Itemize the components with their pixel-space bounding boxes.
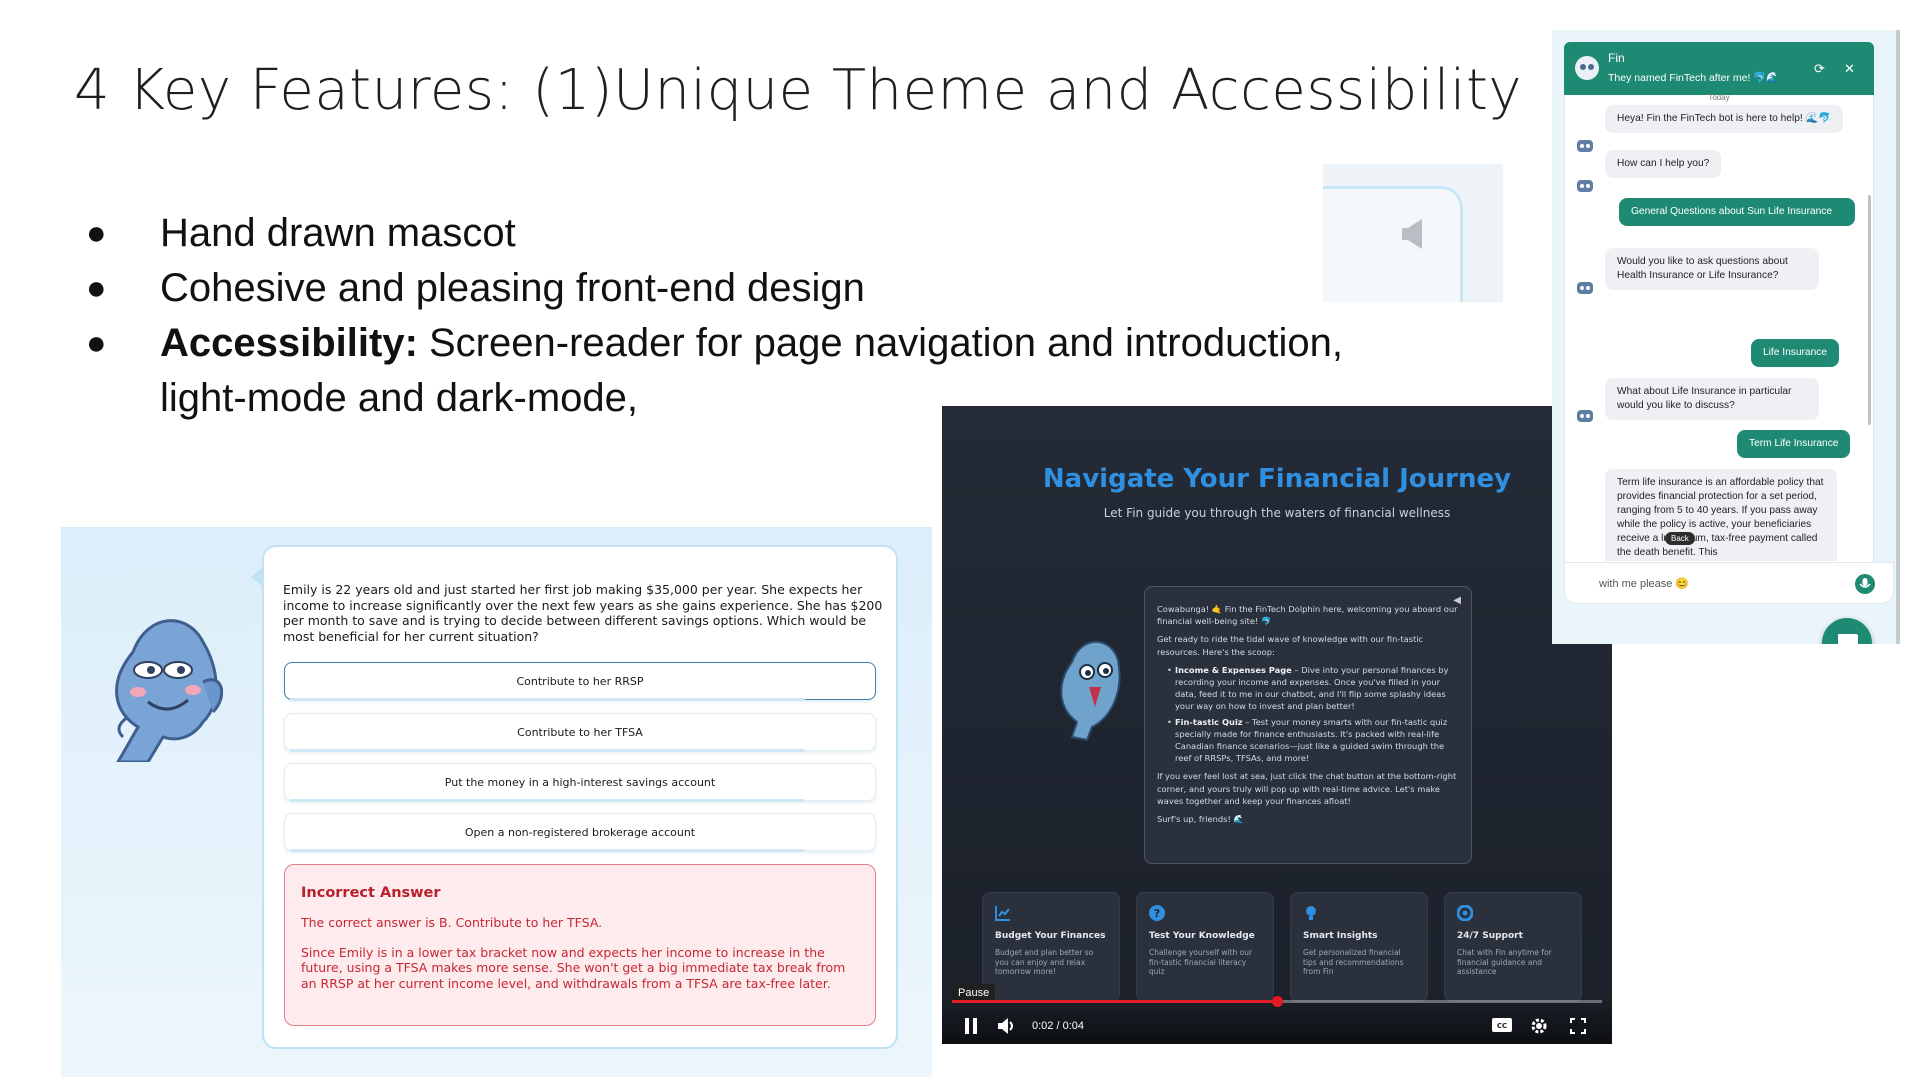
welcome-outro: If you ever feel lost at sea, just click… xyxy=(1157,771,1457,806)
video-page-subtitle: Let Fin guide you through the waters of … xyxy=(1103,506,1451,520)
welcome-list-item: Income & Expenses Page – Dive into your … xyxy=(1167,664,1459,713)
video-progress-fill xyxy=(952,1000,1277,1003)
chat-scrollbar[interactable] xyxy=(1868,195,1871,425)
welcome-list-item: Fin-tastic Quiz – Test your money smarts… xyxy=(1167,716,1459,765)
question-icon: ? xyxy=(1149,905,1165,921)
feature-desc: Chat with Fin anytime for financial guid… xyxy=(1457,948,1552,976)
user-message: Term Life Insurance xyxy=(1737,430,1851,458)
video-progress-bar[interactable] xyxy=(952,996,1602,1007)
back-tooltip: Back xyxy=(1665,532,1695,545)
feature-card-support[interactable]: 24/7 Support Chat with Fin anytime for f… xyxy=(1444,892,1582,1002)
fin-bot-avatar-icon xyxy=(1574,55,1600,86)
lifebuoy-icon xyxy=(1457,905,1473,921)
feedback-explanation: Since Emily is in a lower tax bracket no… xyxy=(301,944,846,991)
fullscreen-icon[interactable] xyxy=(1570,1018,1586,1039)
welcome-list: Income & Expenses Page – Dive into your … xyxy=(1157,664,1459,765)
chat-header: Fin They named FinTech after me! 🐬🌊 ⟳ ✕ xyxy=(1564,42,1874,95)
video-scrubber-handle[interactable] xyxy=(1272,996,1283,1007)
chat-day-label: Today xyxy=(1708,93,1730,102)
feature-bullet-list: ● Hand drawn mascot ● Cohesive and pleas… xyxy=(86,206,1386,426)
microphone-icon[interactable] xyxy=(1855,574,1875,594)
refresh-icon[interactable]: ⟳ xyxy=(1814,61,1825,77)
incorrect-answer-feedback: Incorrect Answer The correct answer is B… xyxy=(284,864,876,1026)
user-message: General Questions about Sun Life Insuran… xyxy=(1619,198,1855,226)
svg-text:CC: CC xyxy=(1497,1022,1507,1030)
bot-avatar-icon xyxy=(1575,405,1595,430)
feature-title: Budget Your Finances xyxy=(995,931,1106,941)
bot-message: What about Life Insurance in particular … xyxy=(1605,378,1819,420)
fin-chat-widget: Fin They named FinTech after me! 🐬🌊 ⟳ ✕ … xyxy=(1552,30,1900,644)
bot-message: How can I help you? xyxy=(1605,150,1722,178)
chat-bot-tagline: They named FinTech after me! 🐬🌊 xyxy=(1608,72,1780,84)
bullet-text: Cohesive and pleasing front-end design xyxy=(160,266,865,310)
captions-icon[interactable]: CC xyxy=(1492,1018,1512,1037)
quiz-question-card: Emily is 22 years old and just started h… xyxy=(251,545,898,1049)
chat-launcher-button[interactable] xyxy=(1822,618,1872,644)
video-time-readout: 0:02 / 0:04 xyxy=(1032,1020,1084,1032)
bot-message: Heya! Fin the FinTech bot is here to hel… xyxy=(1605,105,1843,133)
chart-icon xyxy=(995,906,1010,921)
lightbulb-icon xyxy=(1306,906,1316,920)
video-controls-bar: 0:02 / 0:04 CC xyxy=(942,996,1612,1044)
quiz-option-d[interactable]: Open a non-registered brokerage account xyxy=(284,813,876,852)
bullet-text: Hand drawn mascot xyxy=(160,211,516,255)
volume-icon[interactable] xyxy=(998,1018,1016,1039)
welcome-lead: Get ready to ride the tidal wave of know… xyxy=(1157,634,1424,657)
bot-message: Would you like to ask questions about He… xyxy=(1605,248,1819,290)
user-message: Life Insurance xyxy=(1751,339,1839,367)
bullet-bold-label: Accessibility: xyxy=(160,321,418,365)
chat-bubble-icon xyxy=(1838,634,1858,644)
feature-desc: Get personalized financial tips and reco… xyxy=(1303,948,1404,976)
pause-icon[interactable] xyxy=(964,1018,978,1039)
feature-card-knowledge[interactable]: ? Test Your Knowledge Challenge yourself… xyxy=(1136,892,1274,1002)
window-edge xyxy=(1896,30,1900,644)
feature-card-budget[interactable]: Budget Your Finances Budget and plan bet… xyxy=(982,892,1120,1002)
svg-text:?: ? xyxy=(1154,907,1160,920)
dolphin-mascot-image xyxy=(93,612,224,767)
bullet-item: ● Cohesive and pleasing front-end design xyxy=(86,261,1386,316)
speaker-icon[interactable]: ◀ xyxy=(1453,595,1461,607)
quiz-option-c[interactable]: Put the money in a high-interest savings… xyxy=(284,763,876,802)
close-icon[interactable]: ✕ xyxy=(1844,61,1855,77)
feature-desc: Challenge yourself with our fin-tastic f… xyxy=(1149,948,1253,976)
welcome-item-title: Fin-tastic Quiz xyxy=(1175,716,1243,727)
welcome-intro: Cowabunga! 🤙 Fin the FinTech Dolphin her… xyxy=(1157,604,1458,627)
bot-avatar-icon xyxy=(1575,277,1595,302)
bot-message: Term life insurance is an affordable pol… xyxy=(1605,469,1837,561)
quiz-option-a[interactable]: Contribute to her RRSP xyxy=(284,662,876,701)
bot-avatar-icon xyxy=(1575,175,1595,200)
quiz-screenshot: Emily is 22 years old and just started h… xyxy=(61,527,932,1077)
chat-message-list[interactable]: Today Heya! Fin the FinTech bot is here … xyxy=(1564,93,1874,562)
welcome-signoff: Surf's up, friends! 🌊 xyxy=(1157,814,1244,825)
bullet-marker: ● xyxy=(86,324,107,362)
speaker-widget xyxy=(1323,164,1503,302)
slide-title: 4 Key Features: (1)Unique Theme and Acce… xyxy=(74,58,1523,123)
video-page-title: Navigate Your Financial Journey xyxy=(1042,464,1512,494)
speaker-card xyxy=(1323,186,1463,302)
welcome-item-title: Income & Expenses Page xyxy=(1175,664,1292,675)
video-player[interactable]: Navigate Your Financial Journey Let Fin … xyxy=(942,406,1612,1044)
mascot-welcome-message: ◀ Cowabunga! 🤙 Fin the FinTech Dolphin h… xyxy=(1144,586,1472,864)
chat-bot-name: Fin xyxy=(1608,51,1625,65)
feedback-title: Incorrect Answer xyxy=(301,885,441,901)
feature-title: 24/7 Support xyxy=(1457,931,1523,941)
feature-desc: Budget and plan better so you can enjoy … xyxy=(995,948,1094,976)
feature-title: Smart Insights xyxy=(1303,931,1378,941)
bot-avatar-icon xyxy=(1575,135,1595,160)
chat-input-field[interactable]: with me please 😊 xyxy=(1599,577,1689,590)
quiz-question-text: Emily is 22 years old and just started h… xyxy=(283,582,883,644)
feedback-correct-answer: The correct answer is B. Contribute to h… xyxy=(301,915,603,930)
bullet-item: ● Hand drawn mascot xyxy=(86,206,1386,261)
quiz-option-b[interactable]: Contribute to her TFSA xyxy=(284,713,876,752)
feature-title: Test Your Knowledge xyxy=(1149,931,1255,941)
chat-input-row[interactable]: with me please 😊 xyxy=(1564,562,1894,604)
settings-gear-icon[interactable] xyxy=(1531,1018,1547,1039)
bullet-marker: ● xyxy=(86,269,107,307)
feature-card-insights[interactable]: Smart Insights Get personalized financia… xyxy=(1290,892,1428,1002)
bullet-marker: ● xyxy=(86,214,107,252)
speaker-muted-icon[interactable] xyxy=(1402,219,1424,254)
dolphin-mascot-image xyxy=(1047,632,1127,747)
